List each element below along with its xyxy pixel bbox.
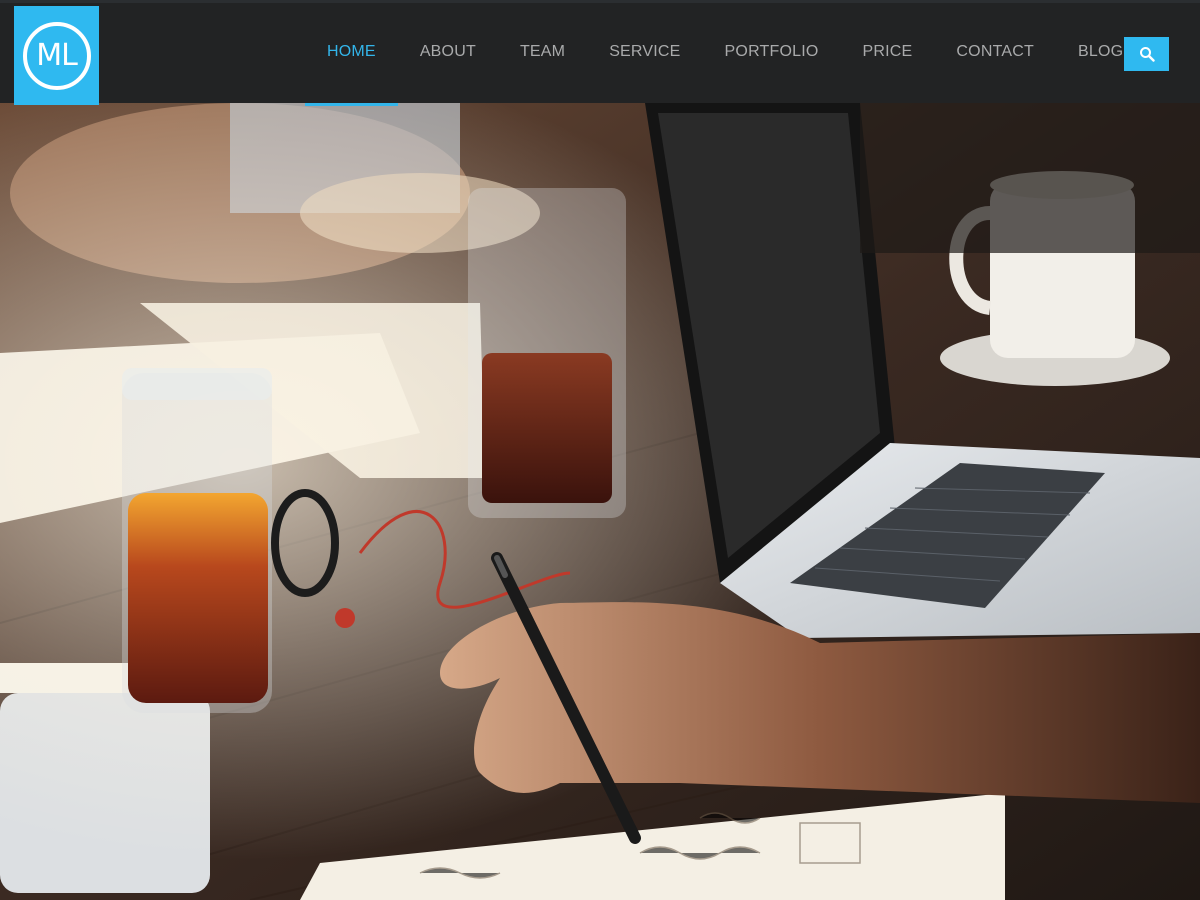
logo-text: ML — [36, 38, 78, 73]
nav-item-price[interactable]: PRICE — [841, 3, 935, 103]
nav-item-team[interactable]: TEAM — [498, 3, 587, 103]
hero-image — [0, 103, 1200, 900]
nav-item-service[interactable]: SERVICE — [587, 3, 702, 103]
hero-illustration — [0, 103, 1200, 900]
nav-item-portfolio[interactable]: PORTFOLIO — [703, 3, 841, 103]
search-icon — [1139, 47, 1155, 62]
main-nav: HOME ABOUT TEAM SERVICE PORTFOLIO PRICE … — [305, 3, 1145, 106]
logo[interactable]: ML — [14, 6, 99, 105]
page: ML HOME ABOUT TEAM SERVICE PORTFOLIO PRI… — [0, 0, 1200, 900]
navbar: ML HOME ABOUT TEAM SERVICE PORTFOLIO PRI… — [0, 0, 1200, 106]
search-button[interactable] — [1124, 37, 1169, 71]
nav-item-home[interactable]: HOME — [305, 3, 398, 106]
nav-item-contact[interactable]: CONTACT — [934, 3, 1056, 103]
nav-item-about[interactable]: ABOUT — [398, 3, 498, 103]
logo-ring: ML — [22, 21, 91, 90]
